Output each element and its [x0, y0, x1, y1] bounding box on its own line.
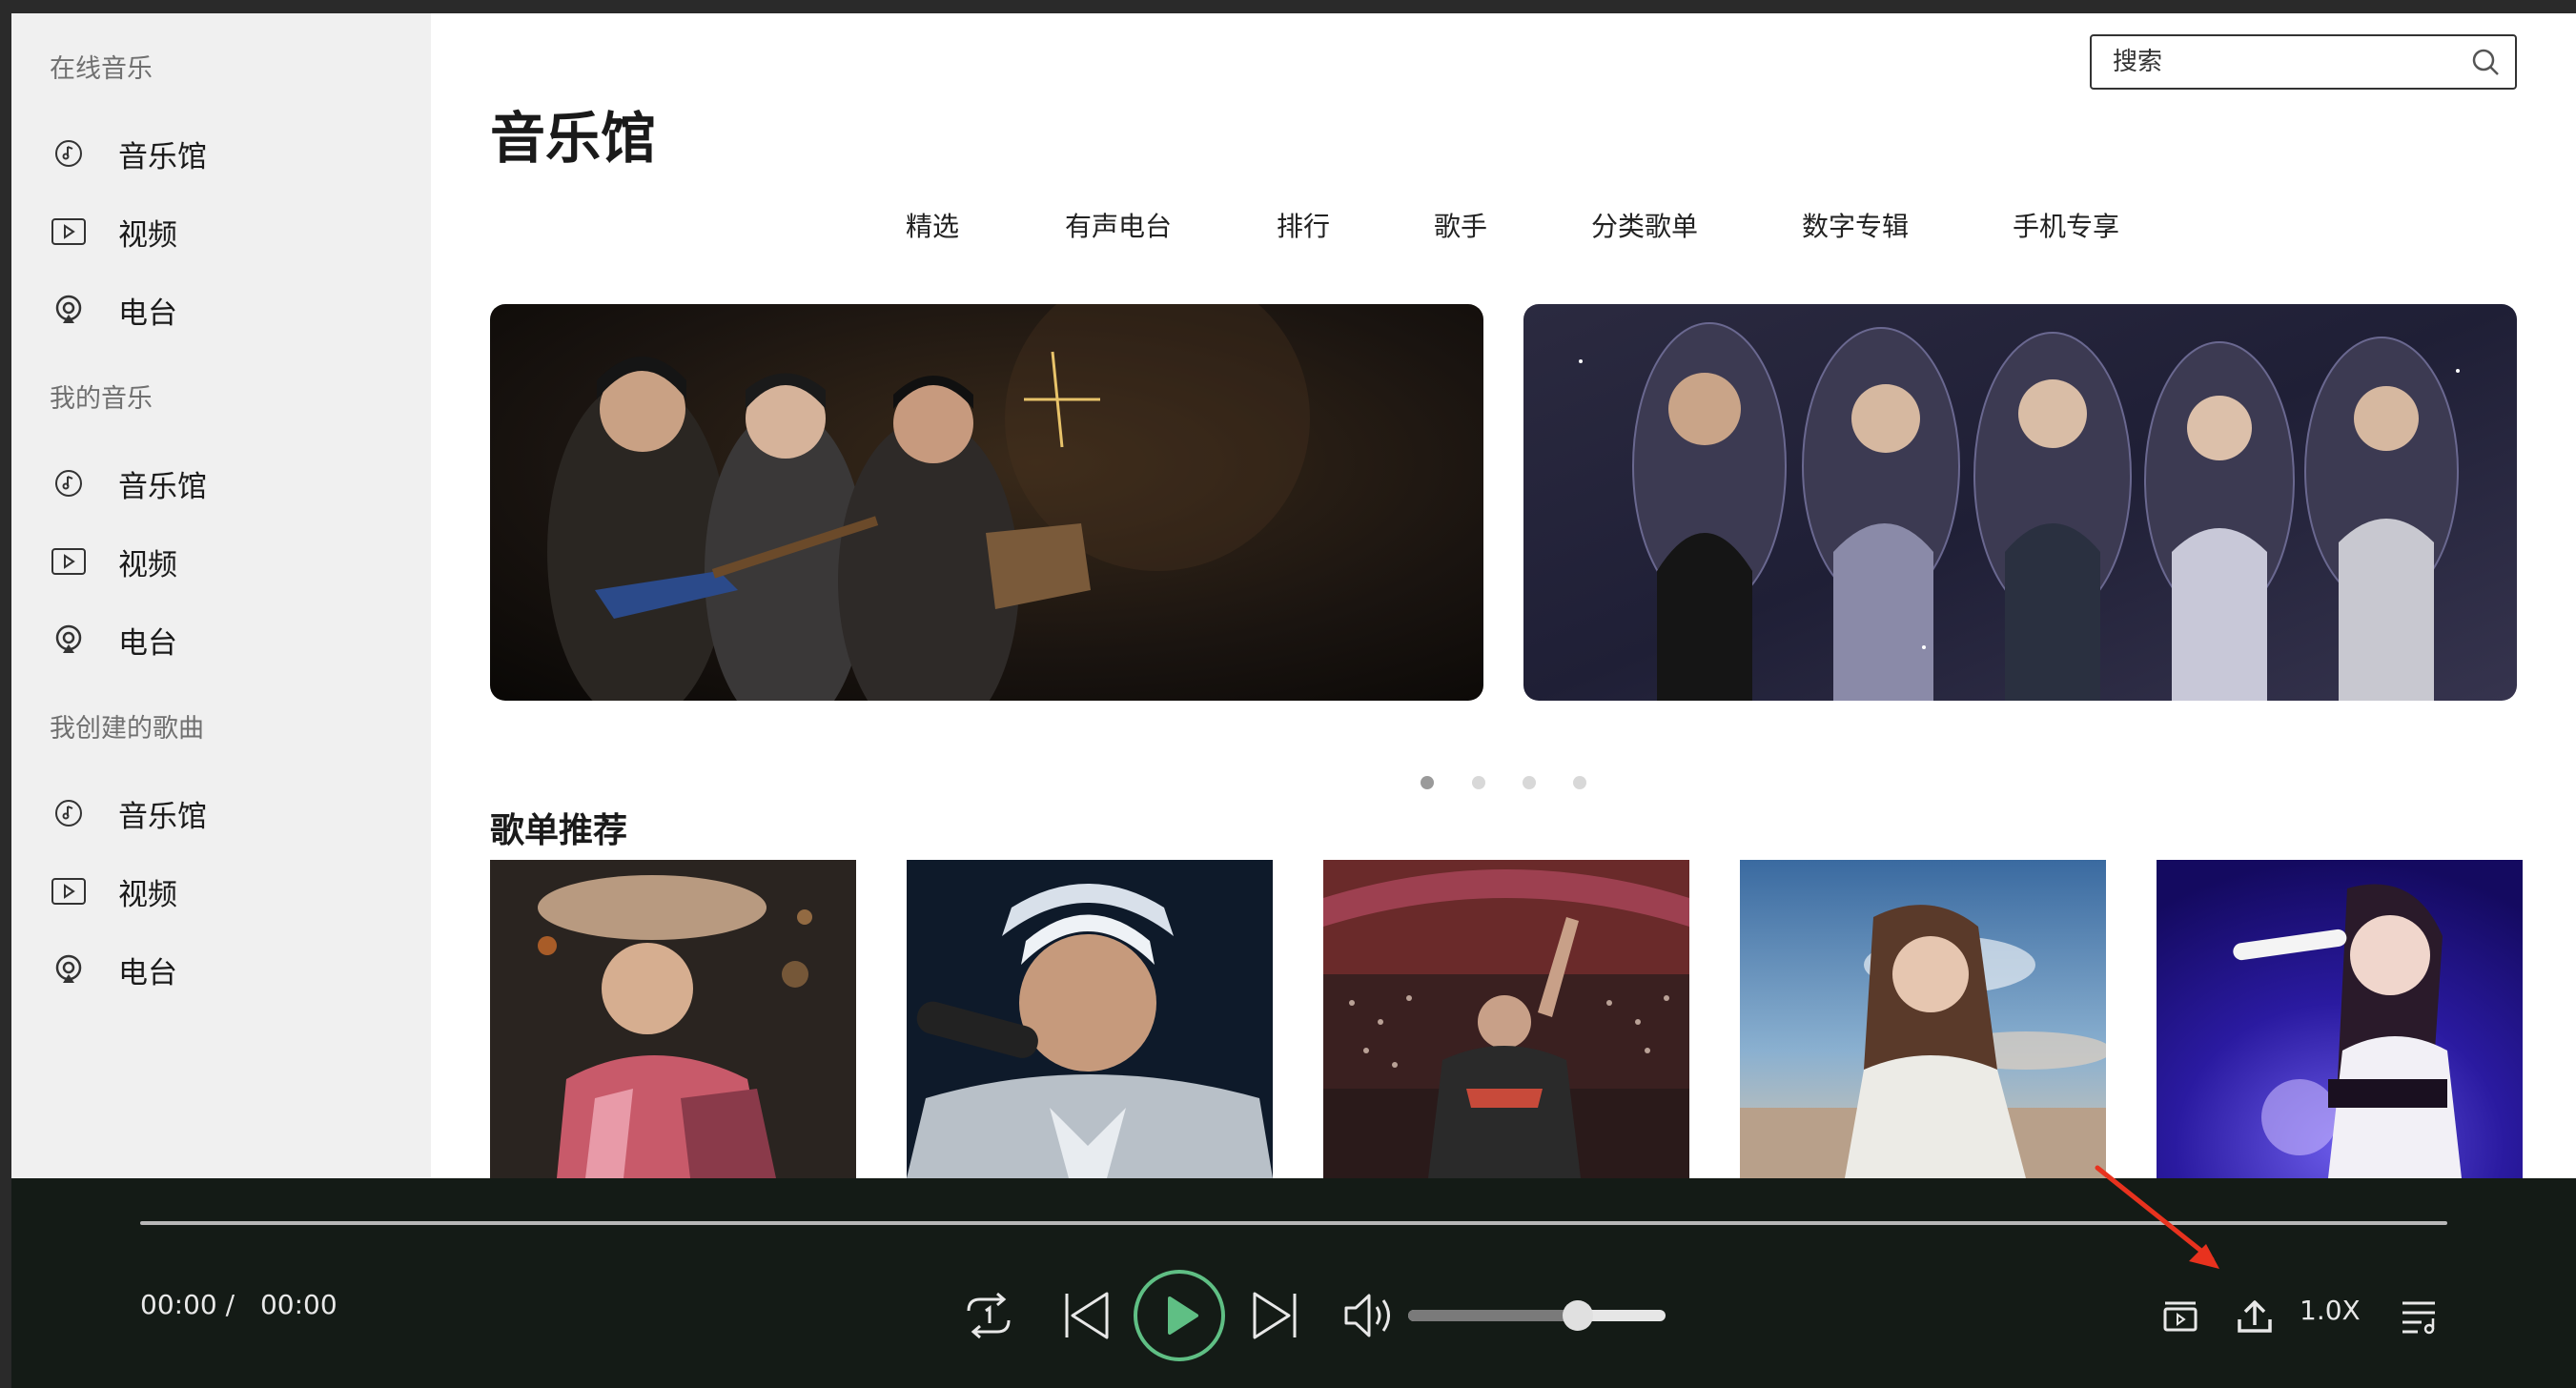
search-icon[interactable] — [2469, 46, 2502, 78]
tab-featured[interactable]: 精选 — [906, 206, 959, 244]
upload-icon — [2236, 1298, 2274, 1338]
volume-slider-fill — [1408, 1310, 1579, 1321]
volume-icon — [1342, 1292, 1398, 1343]
sidebar-item-video[interactable]: 视频 — [50, 533, 412, 590]
sidebar-section-my-music: 我的音乐 — [50, 384, 153, 414]
app-window: 在线音乐 音乐馆 视频 电台 我的音乐 音乐馆 视频 电台 我创建的歌曲 音乐馆… — [11, 13, 2576, 1388]
sidebar-item-label: 音乐馆 — [118, 469, 207, 504]
sidebar-item-radio[interactable]: 电台 — [50, 941, 412, 998]
time-display: 00:00 / 00:00 — [140, 1289, 337, 1320]
radio-icon — [50, 291, 88, 329]
radio-icon — [50, 621, 88, 659]
sidebar-item-label: 音乐馆 — [118, 799, 207, 834]
search-box[interactable] — [2090, 34, 2517, 90]
sidebar-section-online-music: 在线音乐 — [50, 54, 153, 84]
playlist-queue-icon — [2399, 1297, 2439, 1339]
sidebar-item-label: 电台 — [118, 625, 177, 661]
skip-next-icon — [1249, 1290, 1300, 1345]
sidebar-item-video[interactable]: 视频 — [50, 203, 412, 260]
video-icon — [50, 872, 88, 910]
carousel-indicator — [1421, 776, 1592, 791]
main-content: 音乐馆 精选 有声电台 排行 歌手 分类歌单 数字专辑 手机专享 — [431, 13, 2576, 1178]
sidebar: 在线音乐 音乐馆 视频 电台 我的音乐 音乐馆 视频 电台 我创建的歌曲 音乐馆… — [11, 13, 431, 1178]
sidebar-item-radio[interactable]: 电台 — [50, 281, 412, 338]
sidebar-item-label: 音乐馆 — [118, 139, 207, 174]
sidebar-item-label: 电台 — [118, 296, 177, 331]
radio-icon — [50, 950, 88, 989]
total-time: 00:00 — [259, 1289, 337, 1320]
carousel-dot[interactable] — [1421, 776, 1434, 789]
time-separator: / — [225, 1289, 235, 1320]
sidebar-item-label: 视频 — [118, 877, 177, 912]
carousel-dot[interactable] — [1472, 776, 1485, 789]
sidebar-item-label: 视频 — [118, 217, 177, 253]
playback-speed-button[interactable]: 1.0X — [2300, 1295, 2361, 1326]
category-tabs: 精选 有声电台 排行 歌手 分类歌单 数字专辑 手机专享 — [431, 206, 2576, 263]
previous-button[interactable] — [1049, 1279, 1125, 1356]
next-button[interactable] — [1237, 1279, 1313, 1356]
sidebar-item-label: 视频 — [118, 547, 177, 582]
tab-audio-radio[interactable]: 有声电台 — [1065, 206, 1172, 244]
sidebar-section-my-created-songs: 我创建的歌曲 — [50, 714, 204, 744]
tab-playlist-categories[interactable]: 分类歌单 — [1591, 206, 1698, 244]
tab-singers[interactable]: 歌手 — [1434, 206, 1487, 244]
playlist-card[interactable] — [2157, 860, 2523, 1178]
sidebar-item-radio[interactable]: 电台 — [50, 611, 412, 668]
volume-slider[interactable] — [1408, 1300, 1666, 1331]
banner-folk-live[interactable] — [490, 304, 1483, 701]
carousel-dot[interactable] — [1573, 776, 1586, 789]
repeat-one-icon — [959, 1290, 1018, 1345]
video-screen-icon — [2161, 1299, 2199, 1337]
music-disc-icon — [50, 794, 88, 832]
sidebar-item-music-hall[interactable]: 音乐馆 — [50, 455, 412, 512]
tab-charts[interactable]: 排行 — [1277, 206, 1330, 244]
music-disc-icon — [50, 464, 88, 502]
play-icon — [1132, 1268, 1227, 1367]
playlist-card[interactable] — [1323, 860, 1689, 1178]
repeat-one-button[interactable] — [951, 1279, 1027, 1356]
playlist-card[interactable] — [1740, 860, 2106, 1178]
volume-button[interactable] — [1332, 1279, 1408, 1356]
sidebar-item-music-hall[interactable]: 音乐馆 — [50, 785, 412, 842]
tab-digital-albums[interactable]: 数字专辑 — [1802, 206, 1909, 244]
video-icon — [50, 542, 88, 581]
music-disc-icon — [50, 134, 88, 173]
upload-button[interactable] — [2221, 1285, 2288, 1352]
playlist-queue-button[interactable] — [2385, 1285, 2452, 1352]
tab-mobile-exclusive[interactable]: 手机专享 — [2013, 206, 2119, 244]
sidebar-item-video[interactable]: 视频 — [50, 863, 412, 920]
page-title: 音乐馆 — [490, 106, 657, 171]
progress-bar[interactable] — [140, 1221, 2447, 1225]
carousel-dot[interactable] — [1523, 776, 1536, 789]
banner-zhou-shen-concert[interactable] — [1523, 304, 2517, 701]
play-button[interactable] — [1132, 1270, 1227, 1365]
player-bar: 00:00 / 00:00 1.0X — [11, 1178, 2576, 1388]
volume-slider-handle[interactable] — [1563, 1300, 1594, 1331]
playlist-card[interactable] — [490, 860, 856, 1178]
sidebar-item-music-hall[interactable]: 音乐馆 — [50, 125, 412, 182]
mv-button[interactable] — [2147, 1285, 2214, 1352]
video-icon — [50, 213, 88, 251]
section-title-playlist-recommend: 歌单推荐 — [490, 811, 628, 850]
search-input[interactable] — [2113, 48, 2469, 76]
current-time: 00:00 — [140, 1289, 217, 1320]
sidebar-item-label: 电台 — [118, 955, 177, 990]
playlist-card[interactable] — [907, 860, 1273, 1178]
skip-previous-icon — [1061, 1290, 1113, 1345]
